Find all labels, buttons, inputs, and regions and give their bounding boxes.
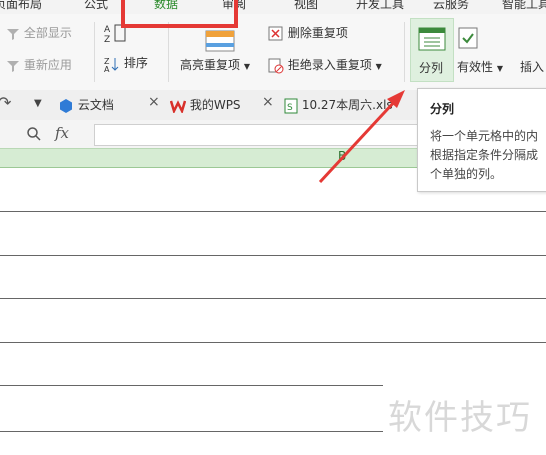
tooltip-title: 分列 [430,102,455,116]
tooltip-line: 根据指定条件分隔成 [430,148,539,162]
split-tooltip: 分列 将一个单元格中的内 根据指定条件分隔成 个单独的列。 [417,88,546,192]
annotation-arrow [318,90,405,184]
tooltip-line: 个单独的列。 [430,167,503,181]
tooltip-line: 将一个单元格中的内 [430,129,539,143]
watermark-text: 软件技巧 [388,398,532,438]
